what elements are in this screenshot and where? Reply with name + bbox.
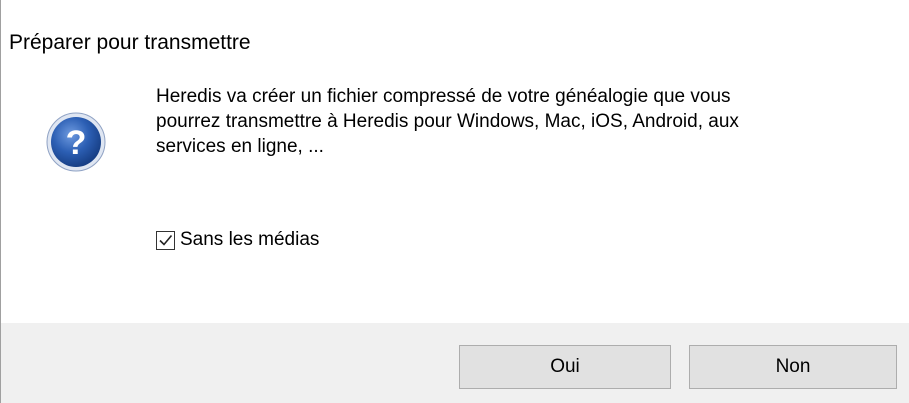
message-line-3: services en ligne, ...	[156, 136, 324, 157]
no-media-option[interactable]: Sans les médias	[156, 228, 319, 252]
message-text: Heredis va créer un fichier compressé de…	[156, 84, 856, 159]
dialog-content: ? Heredis va créer un fichier compressé …	[1, 58, 909, 323]
no-button[interactable]: Non	[689, 345, 897, 389]
title-bar[interactable]: Préparer pour transmettre	[1, 0, 909, 58]
message-line-1: Heredis va créer un fichier compressé de…	[156, 86, 731, 107]
message-line-2: pourrez transmettre à Heredis pour Windo…	[156, 111, 739, 132]
question-glyph: ?	[66, 124, 87, 162]
yes-button[interactable]: Oui	[459, 345, 671, 389]
no-media-label[interactable]: Sans les médias	[180, 228, 319, 252]
question-icon: ?	[45, 111, 107, 173]
checkmark-icon	[159, 234, 173, 246]
button-bar: Oui Non	[1, 323, 909, 403]
dialog-window: Préparer pour transmettre ? Heredis va c…	[0, 0, 909, 403]
no-media-checkbox[interactable]	[156, 230, 175, 250]
window-title: Préparer pour transmettre	[9, 31, 251, 54]
